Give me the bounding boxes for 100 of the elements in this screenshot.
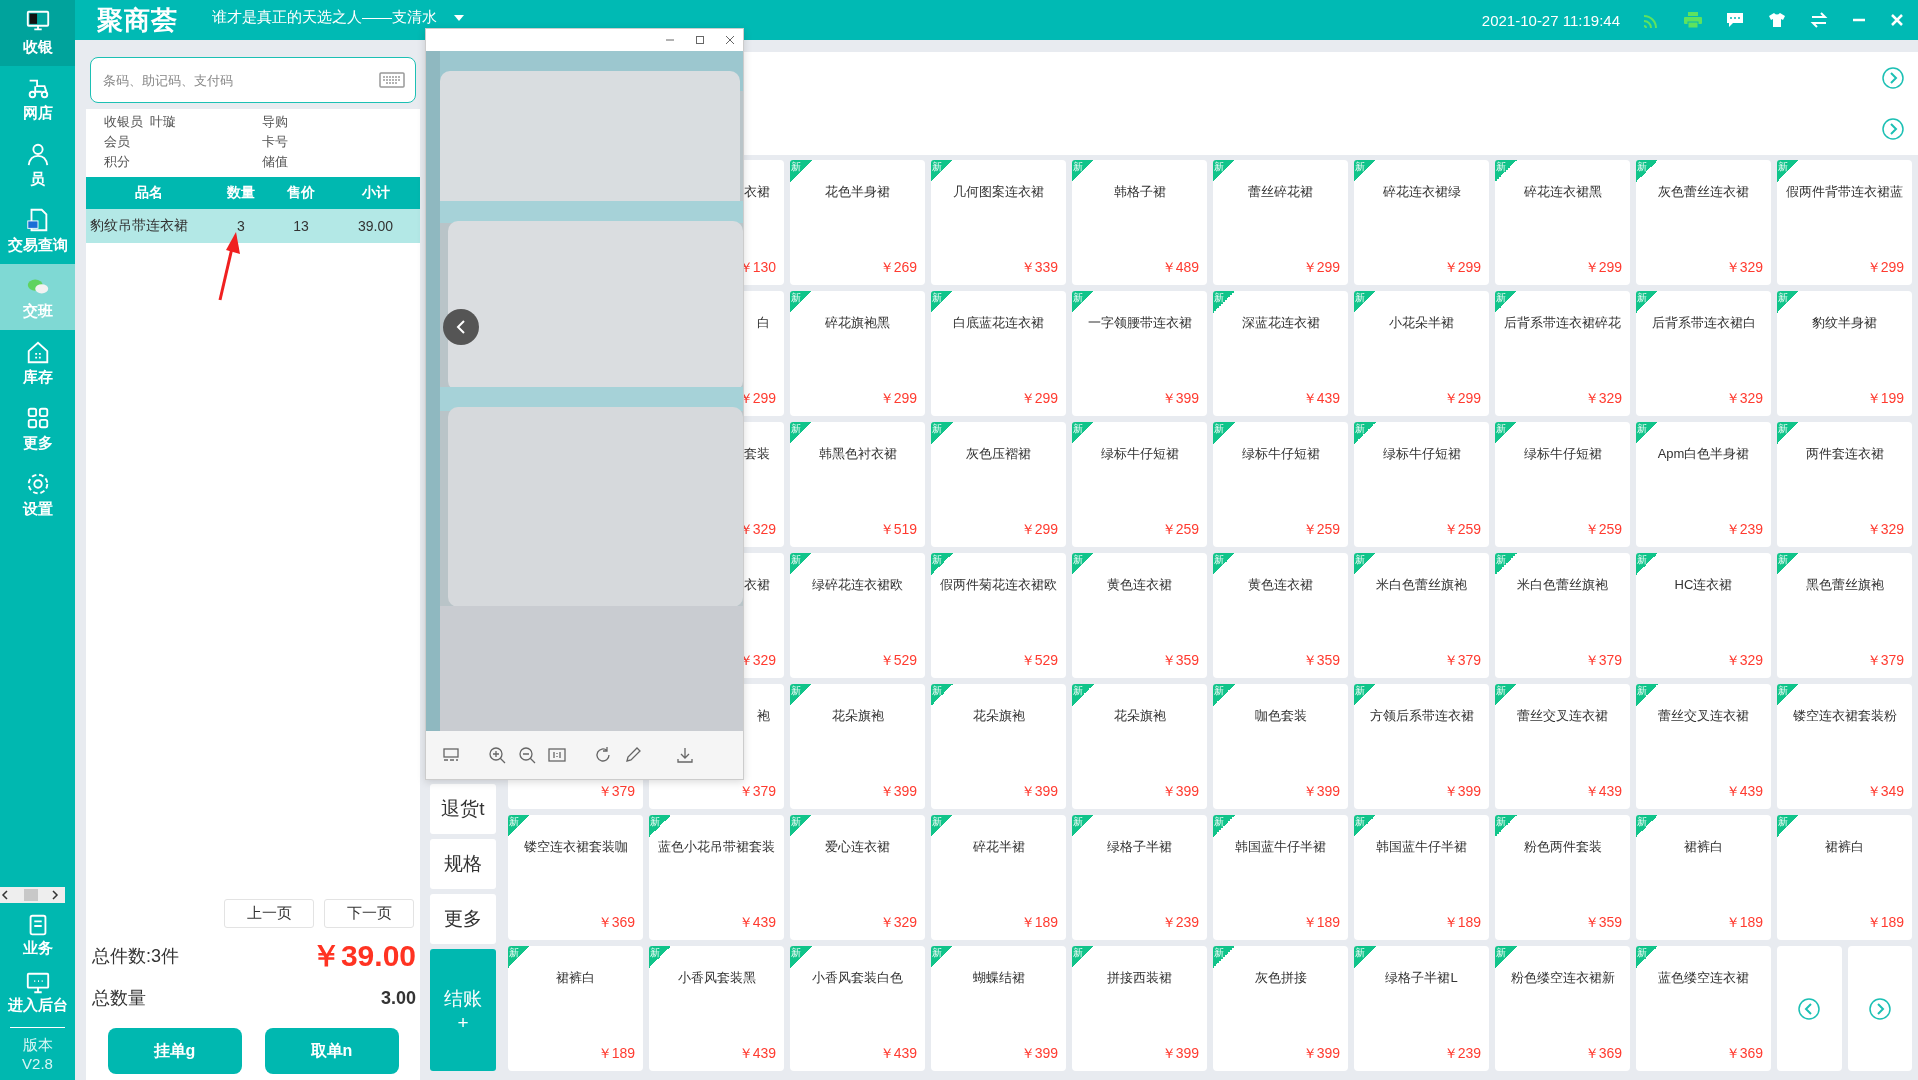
maximize-icon[interactable] bbox=[695, 35, 705, 45]
product-card[interactable]: 新 花朵旗袍 ￥399 bbox=[790, 684, 925, 809]
product-card[interactable]: 新 几何图案连衣裙 ￥339 bbox=[931, 160, 1066, 285]
next-page-button[interactable]: 下一页 bbox=[324, 899, 414, 928]
product-card[interactable]: 新 拼接西装裙 ￥399 bbox=[1072, 946, 1207, 1071]
product-card[interactable]: 新 深蓝花连衣裙 ￥439 bbox=[1213, 291, 1348, 416]
product-card[interactable]: 新 绿标牛仔短裙 ￥259 bbox=[1354, 422, 1489, 547]
order-row[interactable]: 豹纹吊带连衣裙 3 13 39.00 bbox=[86, 209, 420, 243]
product-card[interactable]: 新 小香风套装白色 ￥439 bbox=[790, 946, 925, 1071]
product-card[interactable]: 新 后背系带连衣裙白 ￥329 bbox=[1636, 291, 1771, 416]
product-card[interactable]: 新 蕾丝交叉连衣裙 ￥439 bbox=[1495, 684, 1630, 809]
product-card[interactable]: 新 蓝色小花吊带裙套装 ￥439 bbox=[649, 815, 784, 940]
product-card[interactable]: 新 黄色连衣裙 ￥359 bbox=[1213, 553, 1348, 678]
product-card[interactable]: 新 韩黑色衬衣裙 ￥519 bbox=[790, 422, 925, 547]
product-card[interactable]: 新 米白色蕾丝旗袍 ￥379 bbox=[1354, 553, 1489, 678]
chevron-left-icon[interactable] bbox=[443, 309, 479, 345]
product-card[interactable]: 新 Apm白色半身裙 ￥239 bbox=[1636, 422, 1771, 547]
action-button[interactable]: 规格 bbox=[430, 839, 496, 889]
product-card[interactable]: 新 绿格子半裙 ￥239 bbox=[1072, 815, 1207, 940]
product-card[interactable]: 新 白底蓝花连衣裙 ￥299 bbox=[931, 291, 1066, 416]
product-card[interactable]: 新 假两件菊花连衣裙欧 ￥529 bbox=[931, 553, 1066, 678]
new-badge: 新 bbox=[1636, 291, 1658, 313]
search-field[interactable]: 条码、助记码、支付码 bbox=[101, 58, 379, 102]
chat-icon[interactable] bbox=[1726, 12, 1744, 28]
product-card[interactable]: 新 裙裤白 ￥189 bbox=[1636, 815, 1771, 940]
product-price: ￥269 bbox=[879, 259, 918, 277]
actual-size-icon[interactable] bbox=[548, 746, 566, 764]
product-card[interactable]: 新 蝴蝶结裙 ￥399 bbox=[931, 946, 1066, 1071]
product-card[interactable]: 新 粉色缕空连衣裙新 ￥369 bbox=[1495, 946, 1630, 1071]
product-card[interactable]: 新 蕾丝碎花裙 ￥299 bbox=[1213, 160, 1348, 285]
product-card[interactable]: 新 小花朵半裙 ￥299 bbox=[1354, 291, 1489, 416]
product-card[interactable]: 新 灰色蕾丝连衣裙 ￥329 bbox=[1636, 160, 1771, 285]
action-button[interactable]: 退货t bbox=[430, 784, 496, 834]
product-card[interactable]: 新 粉色两件套装 ￥359 bbox=[1495, 815, 1630, 940]
product-card[interactable]: 新 黄色连衣裙 ￥359 bbox=[1072, 553, 1207, 678]
caret-icon[interactable] bbox=[453, 14, 465, 22]
zoom-in-icon[interactable] bbox=[488, 746, 506, 764]
product-card[interactable]: 新 小香风套装黑 ￥439 bbox=[649, 946, 784, 1071]
product-price: ￥189 bbox=[1302, 914, 1341, 932]
product-card[interactable]: 新 两件套连衣裙 ￥329 bbox=[1777, 422, 1912, 547]
product-card[interactable]: 新 绿标牛仔短裙 ￥259 bbox=[1213, 422, 1348, 547]
scrollbar[interactable] bbox=[0, 887, 65, 903]
printer-icon[interactable] bbox=[1684, 12, 1702, 28]
product-card[interactable]: 新 碎花连衣裙绿 ￥299 bbox=[1354, 160, 1489, 285]
thumbnail-icon[interactable] bbox=[442, 746, 460, 764]
search-box[interactable]: 条码、助记码、支付码 bbox=[90, 57, 416, 103]
app-logo: 聚商荟 bbox=[97, 3, 178, 37]
product-card[interactable]: 新 方领后系带连衣裙 ￥399 bbox=[1354, 684, 1489, 809]
product-card[interactable]: 新 后背系带连衣裙碎花 ￥329 bbox=[1495, 291, 1630, 416]
new-badge: 新 bbox=[1777, 684, 1799, 706]
product-card[interactable]: 新 米白色蕾丝旗袍 ￥379 bbox=[1495, 553, 1630, 678]
product-card[interactable]: 新 花朵旗袍 ￥399 bbox=[1072, 684, 1207, 809]
product-card[interactable]: 新 灰色拼接 ￥399 bbox=[1213, 946, 1348, 1071]
product-card[interactable]: 新 一字领腰带连衣裙 ￥399 bbox=[1072, 291, 1207, 416]
chevron-right-icon[interactable] bbox=[1868, 997, 1891, 1020]
swap-icon[interactable] bbox=[1810, 12, 1828, 28]
product-card[interactable]: 新 咖色套装 ￥399 bbox=[1213, 684, 1348, 809]
rotate-icon[interactable] bbox=[594, 746, 612, 764]
product-card[interactable]: 新 绿格子半裙L ￥239 bbox=[1354, 946, 1489, 1071]
new-badge: 新 bbox=[1213, 160, 1235, 182]
zoom-out-icon[interactable] bbox=[518, 746, 536, 764]
product-card[interactable]: 新 裙裤白 ￥189 bbox=[1777, 815, 1912, 940]
pencil-icon[interactable] bbox=[624, 746, 642, 764]
download-icon[interactable] bbox=[676, 746, 694, 764]
product-card[interactable]: 新 碎花连衣裙黑 ￥299 bbox=[1495, 160, 1630, 285]
new-badge: 新 bbox=[790, 291, 812, 313]
new-badge: 新 bbox=[508, 815, 530, 837]
product-card[interactable]: 新 镂空连衣裙套装粉 ￥349 bbox=[1777, 684, 1912, 809]
action-button[interactable]: 更多 bbox=[430, 894, 496, 944]
product-card[interactable]: 新 韩国蓝牛仔半裙 ￥189 bbox=[1213, 815, 1348, 940]
product-price: ￥399 bbox=[1161, 1045, 1200, 1063]
product-card[interactable]: 新 蓝色缕空连衣裙 ￥369 bbox=[1636, 946, 1771, 1071]
product-card[interactable]: 新 碎花半裙 ￥189 bbox=[931, 815, 1066, 940]
column-header: 数量 bbox=[226, 184, 256, 202]
product-card[interactable]: 新 韩国蓝牛仔半裙 ￥189 bbox=[1354, 815, 1489, 940]
keyboard-icon[interactable] bbox=[379, 72, 405, 88]
product-card[interactable]: 新 花朵旗袍 ￥399 bbox=[931, 684, 1066, 809]
shirt-icon[interactable] bbox=[1768, 12, 1786, 28]
product-card[interactable]: 新 HC连衣裙 ￥329 bbox=[1636, 553, 1771, 678]
product-card[interactable]: 新 韩格子裙 ￥489 bbox=[1072, 160, 1207, 285]
product-card[interactable]: 新 绿标牛仔短裙 ￥259 bbox=[1495, 422, 1630, 547]
chevron-right-icon[interactable] bbox=[1882, 66, 1904, 89]
close-icon[interactable] bbox=[725, 35, 735, 45]
info-field: 储值 bbox=[252, 153, 420, 171]
product-card[interactable]: 新 爱心连衣裙 ￥329 bbox=[790, 815, 925, 940]
chevron-right-icon[interactable] bbox=[1882, 118, 1904, 141]
product-card[interactable]: 新 假两件背带连衣裙蓝 ￥299 bbox=[1777, 160, 1912, 285]
product-card[interactable]: 新 花色半身裙 ￥269 bbox=[790, 160, 925, 285]
new-badge: 新 bbox=[1354, 291, 1376, 313]
prev-page-button[interactable]: 上一页 bbox=[224, 899, 314, 928]
product-card[interactable]: 新 裙裤白 ￥189 bbox=[508, 946, 643, 1071]
product-card[interactable]: 新 黑色蕾丝旗袍 ￥379 bbox=[1777, 553, 1912, 678]
product-card[interactable]: 新 绿标牛仔短裙 ￥259 bbox=[1072, 422, 1207, 547]
product-card[interactable]: 新 灰色压褶裙 ￥299 bbox=[931, 422, 1066, 547]
new-badge: 新 bbox=[1213, 815, 1235, 837]
product-card[interactable]: 新 蕾丝交叉连衣裙 ￥439 bbox=[1636, 684, 1771, 809]
product-card[interactable]: 新 镂空连衣裙套装咖 ￥369 bbox=[508, 815, 643, 940]
product-card[interactable]: 新 豹纹半身裙 ￥199 bbox=[1777, 291, 1912, 416]
product-card[interactable]: 新 绿碎花连衣裙欧 ￥529 bbox=[790, 553, 925, 678]
product-card[interactable]: 新 碎花旗袍黑 ￥299 bbox=[790, 291, 925, 416]
